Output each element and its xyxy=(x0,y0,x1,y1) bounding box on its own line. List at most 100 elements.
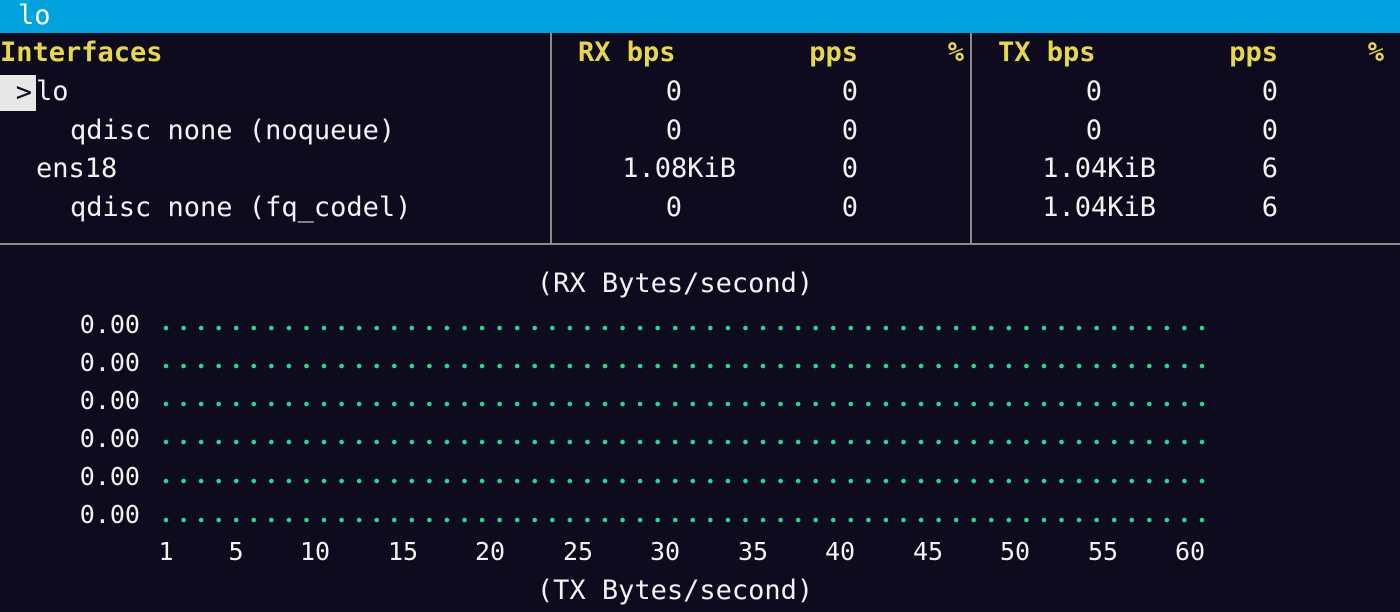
graph-dot xyxy=(778,517,783,523)
graph-dot xyxy=(216,363,221,369)
graph-dot xyxy=(988,439,994,445)
x-axis-tick: 1 xyxy=(158,537,174,566)
graph-dot xyxy=(550,363,555,369)
graph-dot xyxy=(1094,517,1099,523)
graph-dot xyxy=(971,401,977,407)
graph-dot xyxy=(163,439,169,445)
graph-dot xyxy=(725,325,731,331)
graph-dot xyxy=(532,401,538,407)
graph-dot xyxy=(181,363,186,369)
graph-dot xyxy=(830,401,836,407)
x-axis-tick: 5 xyxy=(228,537,244,566)
graph-dot xyxy=(953,401,959,407)
graph-dot xyxy=(532,363,538,369)
graph-dot xyxy=(497,363,502,369)
graph-dot xyxy=(725,363,731,369)
graph-dot xyxy=(233,325,239,331)
graph-dot xyxy=(655,439,660,445)
graph-dot xyxy=(567,439,573,445)
graph-dot xyxy=(269,363,274,369)
graph-dot xyxy=(462,517,467,523)
graph-dot xyxy=(1164,517,1170,523)
graph-dot xyxy=(637,517,643,523)
graph-dot xyxy=(883,401,889,407)
graph-dot xyxy=(1182,325,1187,331)
graph-dot xyxy=(795,439,801,445)
graph-dot xyxy=(427,325,432,331)
graph-dot xyxy=(374,363,380,369)
graph-dot xyxy=(216,517,221,523)
graph-dot xyxy=(427,478,432,484)
graph-dot xyxy=(620,478,625,484)
graph-dot xyxy=(918,325,924,331)
graph-dot xyxy=(1024,325,1029,331)
graph-dot xyxy=(286,478,292,484)
graph-dot xyxy=(409,517,415,523)
graph-dot xyxy=(690,401,696,407)
graph-dot xyxy=(181,517,186,523)
graph-dot xyxy=(1041,363,1047,369)
graph-dot xyxy=(795,478,801,484)
graph-dot xyxy=(444,478,450,484)
graph-dot xyxy=(760,478,766,484)
graph-dot xyxy=(163,363,169,369)
graph-dot xyxy=(655,401,660,407)
x-axis-tick: 45 xyxy=(912,537,944,566)
graph-dot xyxy=(251,478,257,484)
graph-dot xyxy=(251,325,257,331)
graph-dot xyxy=(672,439,678,445)
graph-dot xyxy=(1059,439,1064,445)
graph-dot xyxy=(304,478,309,484)
graph-dot xyxy=(672,517,678,523)
graph-dot xyxy=(286,325,292,331)
graph-dot xyxy=(462,439,467,445)
graph-dot xyxy=(1111,363,1117,369)
graph-dot xyxy=(848,363,854,369)
graph-dot xyxy=(708,439,713,445)
graph-dot xyxy=(953,517,959,523)
graph-dot xyxy=(163,325,169,331)
graph-dot xyxy=(391,517,397,523)
graph-dot xyxy=(655,478,660,484)
graph-dot xyxy=(883,325,889,331)
graph-dot xyxy=(672,401,678,407)
graph-dot xyxy=(1059,401,1064,407)
graph-dot xyxy=(1129,363,1135,369)
graph-dot xyxy=(585,517,590,523)
graph-dot xyxy=(778,478,783,484)
graph-dot xyxy=(655,363,660,369)
graph-dot xyxy=(637,325,643,331)
graph-dot xyxy=(444,439,450,445)
graph-dot xyxy=(883,439,889,445)
graph-dot xyxy=(813,439,818,445)
graph-dot xyxy=(1059,325,1064,331)
graph-dot xyxy=(304,401,309,407)
graph-dot xyxy=(971,478,977,484)
graph-dot xyxy=(1199,401,1205,407)
graph-dot xyxy=(321,439,327,445)
graph-dot xyxy=(427,517,432,523)
graph-dot xyxy=(409,478,415,484)
graph-dot xyxy=(567,363,573,369)
graph-dot xyxy=(936,325,941,331)
graph-dot xyxy=(708,401,713,407)
graph-dot xyxy=(901,439,906,445)
graph-dot xyxy=(971,325,977,331)
graph-dot xyxy=(1199,363,1205,369)
graph-dot xyxy=(514,478,520,484)
graph-dot xyxy=(444,401,450,407)
graph-dot xyxy=(988,401,994,407)
graph-dot xyxy=(514,401,520,407)
graph-dot xyxy=(1076,325,1082,331)
graph-dot xyxy=(1129,478,1135,484)
graph-dot xyxy=(1182,439,1187,445)
graph-dot xyxy=(321,478,327,484)
graph-dot xyxy=(936,478,941,484)
graph-dot xyxy=(708,363,713,369)
graph-dot xyxy=(1199,325,1205,331)
graph-dot xyxy=(672,478,678,484)
graph-dot xyxy=(567,401,573,407)
graph-dot xyxy=(391,325,397,331)
graph-dot xyxy=(988,517,994,523)
graph-dot xyxy=(848,401,854,407)
